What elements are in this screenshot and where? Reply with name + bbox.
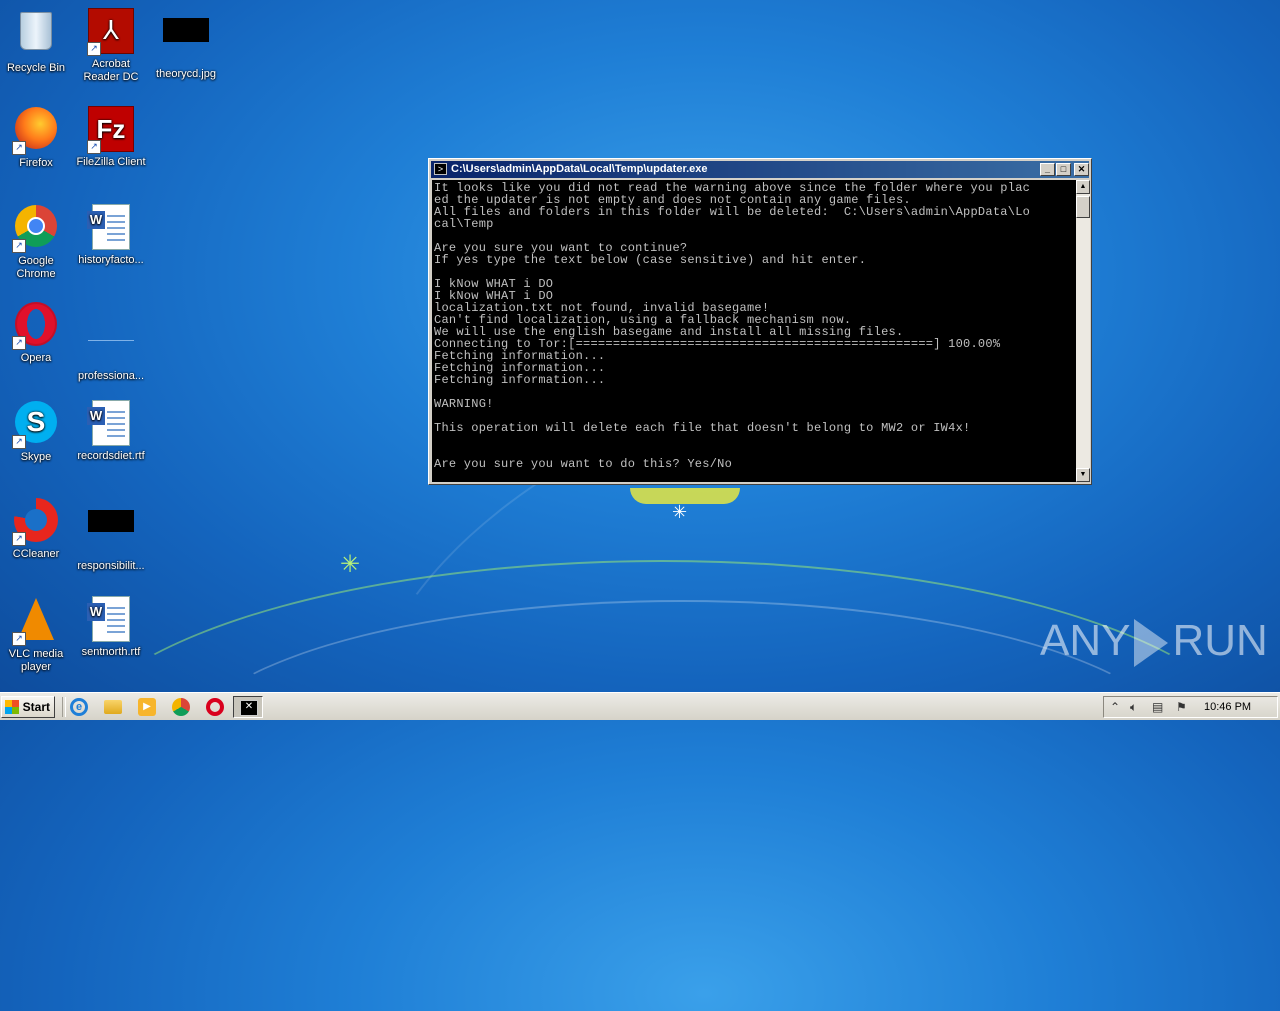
desktop-icon-historyfacto[interactable]: W historyfacto...	[73, 202, 149, 267]
shortcut-arrow-icon: ↗	[12, 435, 26, 449]
console-window[interactable]: > C:\Users\admin\AppData\Local\Temp\upda…	[428, 158, 1092, 485]
word-document-icon: W	[87, 400, 135, 448]
shortcut-arrow-icon: ↗	[87, 42, 101, 56]
watermark-text-left: ANY	[1040, 616, 1131, 665]
start-button[interactable]: Start	[1, 696, 55, 718]
shortcut-arrow-icon: ↗	[12, 239, 26, 253]
desktop-icon-label: professiona...	[77, 370, 145, 382]
desktop-icon-opera[interactable]: ↗ Opera	[0, 300, 74, 365]
desktop-icon-label: Firefox	[19, 157, 53, 169]
show-hidden-icons-icon[interactable]: ⌃	[1110, 699, 1120, 715]
console-text: It looks like you did not read the warni…	[434, 181, 1031, 471]
console-app-icon[interactable]: >	[434, 163, 447, 175]
close-button[interactable]: ✕	[1074, 163, 1089, 176]
taskbar-item-updater[interactable]: ✕	[233, 696, 263, 718]
window-titlebar[interactable]: > C:\Users\admin\AppData\Local\Temp\upda…	[431, 161, 1089, 178]
desktop-icon-recordsdiet[interactable]: W recordsdiet.rtf	[73, 398, 149, 463]
desktop-icon-recycle-bin[interactable]: Recycle Bin	[0, 6, 74, 75]
desktop-icon-filezilla[interactable]: Fz ↗ FileZilla Client	[73, 104, 149, 169]
windows-logo-icon	[5, 700, 19, 714]
desktop-icon-label: historyfacto...	[78, 254, 144, 266]
desktop-icon-label: theorycd.jpg	[156, 68, 216, 80]
acrobat-icon: ⅄ ↗	[87, 8, 135, 56]
desktop-icon-ccleaner[interactable]: ↗ CCleaner	[0, 496, 74, 561]
internet-explorer-icon[interactable]: e	[70, 698, 88, 716]
scroll-up-button[interactable]: ▲	[1076, 180, 1090, 194]
taskbar-clock[interactable]: 10:46 PM	[1204, 700, 1251, 714]
maximize-button[interactable]: □	[1056, 163, 1071, 176]
firefox-icon: ↗	[12, 107, 60, 155]
desktop-icon-acrobat[interactable]: ⅄ ↗ Acrobat Reader DC	[73, 6, 149, 84]
desktop-icon-label: CCleaner	[12, 548, 60, 560]
word-document-icon: W	[87, 204, 135, 252]
desktop-icon-label: Recycle Bin	[6, 62, 66, 74]
desktop-icon-label: Acrobat Reader DC	[83, 58, 139, 83]
file-icon	[87, 510, 135, 558]
sparkle-icon: ✳	[672, 502, 688, 522]
desktop-icon-label: VLC media player	[8, 648, 64, 673]
desktop-icon-firefox[interactable]: ↗ Firefox	[0, 104, 74, 170]
word-document-icon: W	[87, 596, 135, 644]
desktop-icon-label: sentnorth.rtf	[81, 646, 141, 658]
file-icon	[87, 320, 135, 368]
recycle-bin-icon	[12, 12, 60, 60]
ccleaner-icon: ↗	[12, 498, 60, 546]
image-file-icon	[162, 18, 210, 66]
shortcut-arrow-icon: ↗	[12, 532, 26, 546]
desktop-icon-label: FileZilla Client	[76, 156, 146, 168]
watermark-text-right: RUN	[1172, 616, 1268, 665]
chrome-icon: ↗	[12, 205, 60, 253]
opera-icon: ↗	[12, 302, 60, 350]
scrollbar-thumb[interactable]	[1076, 196, 1090, 218]
play-logo-icon	[1134, 619, 1169, 668]
system-tray: ⌃ 🔈︎ ▤ ⚑ 10:46 PM	[1103, 696, 1278, 718]
desktop-icon-label: Skype	[20, 451, 52, 463]
desktop-icon-label: Google Chrome	[16, 255, 56, 280]
opera-taskbar-icon[interactable]	[206, 698, 224, 716]
desktop-icon-theorycd[interactable]: theorycd.jpg	[148, 6, 224, 81]
desktop-icon-chrome[interactable]: ↗ Google Chrome	[0, 202, 74, 281]
desktop-icon-label: responsibilit...	[77, 560, 145, 572]
vlc-icon: ↗	[12, 598, 60, 646]
file-explorer-icon[interactable]	[104, 700, 122, 714]
chrome-taskbar-icon[interactable]	[172, 698, 190, 716]
desktop-icon-label: recordsdiet.rtf	[77, 450, 145, 462]
console-taskbar-icon: ✕	[240, 700, 258, 716]
shortcut-arrow-icon: ↗	[87, 140, 101, 154]
desktop-icon-skype[interactable]: S ↗ Skype	[0, 398, 74, 464]
vertical-scrollbar[interactable]: ▲ ▼	[1076, 180, 1090, 482]
minimize-button[interactable]: _	[1040, 163, 1055, 176]
desktop-icon-label: Opera	[20, 352, 52, 364]
start-label: Start	[22, 700, 50, 714]
wallpaper-swoosh	[180, 600, 1184, 904]
window-title: C:\Users\admin\AppData\Local\Temp\update…	[451, 163, 708, 175]
taskbar: Start e ▶ ✕ ⌃ 🔈︎ ▤ ⚑ 10:46 PM	[0, 692, 1280, 720]
shortcut-arrow-icon: ↗	[12, 336, 26, 350]
filezilla-icon: Fz ↗	[87, 106, 135, 154]
skype-icon: S ↗	[12, 401, 60, 449]
desktop-icon-responsibilit[interactable]: responsibilit...	[73, 496, 149, 573]
taskbar-separator	[62, 697, 66, 717]
desktop-icon-vlc[interactable]: ↗ VLC media player	[0, 594, 74, 674]
console-output-area[interactable]: It looks like you did not read the warni…	[432, 180, 1076, 482]
network-icon[interactable]: ▤	[1152, 699, 1163, 715]
shortcut-arrow-icon: ↗	[12, 632, 26, 646]
desktop-icon-professiona[interactable]: professiona...	[73, 300, 149, 383]
action-center-flag-icon[interactable]: ⚑	[1176, 699, 1187, 715]
volume-icon[interactable]: 🔈︎	[1130, 699, 1137, 715]
media-player-icon[interactable]: ▶	[138, 698, 156, 716]
sparkle-icon: ✳	[340, 551, 361, 578]
shortcut-arrow-icon: ↗	[12, 141, 26, 155]
scroll-down-button[interactable]: ▼	[1076, 468, 1090, 482]
desktop-icon-sentnorth[interactable]: W sentnorth.rtf	[73, 594, 149, 659]
anyrun-watermark: ANY RUN	[1040, 616, 1268, 668]
